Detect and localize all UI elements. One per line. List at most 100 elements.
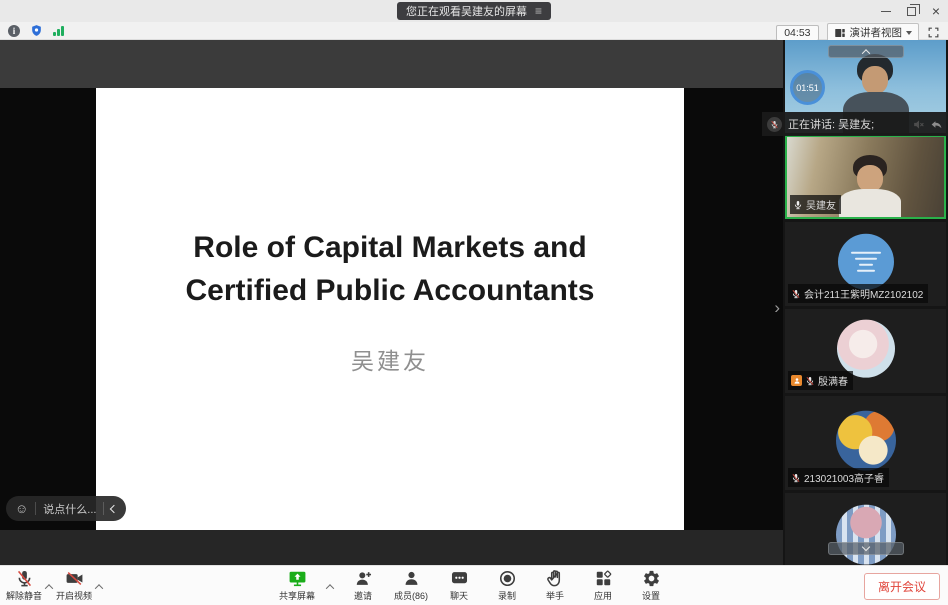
apps-button[interactable]: 应用 [583, 566, 623, 602]
banner-menu-icon[interactable]: ≡ [535, 4, 542, 18]
record-icon [498, 569, 517, 588]
restore-button[interactable] [907, 7, 916, 16]
avatar [837, 320, 895, 378]
status-icons: i [8, 24, 64, 37]
video-options-expander[interactable] [94, 577, 104, 595]
watching-banner[interactable]: 您正在观看吴建友的屏幕 ≡ [397, 2, 551, 20]
participant-name-tag: 213021003高子睿 [788, 468, 889, 487]
layout-icon [834, 27, 846, 39]
raise-hand-label: 举手 [546, 589, 564, 602]
share-screen-icon [288, 569, 307, 588]
shared-screen-stage: Role of Capital Markets and Certified Pu… [0, 40, 783, 565]
chevron-up-icon [861, 49, 869, 57]
video-figure [839, 189, 901, 219]
invite-button[interactable]: 邀请 [343, 566, 383, 602]
close-button[interactable]: × [932, 4, 940, 18]
chat-label: 聊天 [450, 589, 468, 602]
mic-on-icon [793, 200, 803, 210]
banner-icons [912, 118, 943, 131]
speaker-mic-avatar [767, 117, 782, 132]
video-figure [857, 165, 883, 192]
avatar [836, 411, 896, 471]
participant-name: 213021003高子睿 [804, 470, 884, 485]
quick-chat-bar[interactable]: ☺ 说点什么... [6, 496, 126, 521]
participant-name: 吴建友 [806, 197, 836, 212]
reply-arrow-icon[interactable] [930, 118, 943, 131]
members-button[interactable]: 成员(86) [391, 566, 431, 602]
minimize-button[interactable] [881, 11, 891, 12]
presentation-slide: Role of Capital Markets and Certified Pu… [96, 88, 684, 530]
network-signal-icon[interactable] [53, 25, 64, 36]
meeting-info-icon[interactable]: i [8, 25, 20, 37]
participant-tile[interactable]: 殷满春 [785, 309, 946, 393]
start-video-label: 开启视频 [56, 589, 92, 602]
now-speaking-text: 正在讲话: 吴建友; [788, 116, 874, 132]
divider [35, 502, 36, 515]
scroll-down-button[interactable] [828, 542, 904, 555]
share-screen-button[interactable]: 共享屏幕 [277, 566, 317, 602]
participant-name-tag: 吴建友 [790, 195, 841, 214]
avatar [838, 234, 894, 290]
emoji-icon[interactable]: ☺ [15, 501, 28, 516]
chat-button[interactable]: 聊天 [439, 566, 479, 602]
toolbar-center: 共享屏幕 邀请 成员(86) 聊天 录制 举手 [277, 566, 671, 602]
chat-placeholder[interactable]: 说点什么... [43, 501, 96, 517]
chat-icon [450, 569, 469, 588]
unmute-label: 解除静音 [6, 589, 42, 602]
meeting-status-bar: i 04:53 演讲者视图 [0, 22, 948, 40]
volume-muted-icon[interactable] [912, 118, 925, 131]
participant-name-tag: 殷满春 [788, 371, 853, 390]
security-shield-icon[interactable] [30, 24, 43, 37]
fullscreen-icon[interactable] [927, 26, 940, 39]
leave-meeting-button[interactable]: 离开会议 [864, 573, 940, 600]
host-badge-icon [791, 375, 802, 386]
settings-label: 设置 [642, 589, 660, 602]
audio-video-controls: 解除静音 开启视频 [4, 566, 104, 602]
mic-muted-icon [791, 473, 801, 483]
settings-gear-icon [642, 569, 661, 588]
now-speaking-banner: 正在讲话: 吴建友; [762, 112, 948, 136]
slide-author: 吴建友 [96, 342, 684, 376]
record-label: 录制 [498, 589, 516, 602]
members-label: 成员(86) [394, 589, 428, 602]
meeting-window: 您正在观看吴建友的屏幕 ≡ × i 04:53 演讲者视图 [0, 0, 948, 605]
slide-title-line1: Role of Capital Markets and [96, 226, 684, 269]
mic-muted-icon [805, 376, 815, 386]
apps-icon [594, 569, 613, 588]
scroll-up-button[interactable] [828, 45, 904, 58]
raise-hand-button[interactable]: 举手 [535, 566, 575, 602]
apps-label: 应用 [594, 589, 612, 602]
unmute-button[interactable]: 解除静音 [4, 566, 44, 602]
meeting-toolbar: 解除静音 开启视频 共享屏幕 邀请 成员(86) [0, 565, 948, 605]
collapse-chat-icon[interactable] [110, 504, 118, 512]
sidebar-collapse-chevron[interactable]: › [774, 298, 780, 318]
video-figure [862, 66, 888, 94]
settings-button[interactable]: 设置 [631, 566, 671, 602]
share-options-expander[interactable] [325, 577, 335, 595]
participant-tile-active[interactable]: 吴建友 [785, 135, 946, 219]
share-screen-label: 共享屏幕 [279, 589, 315, 602]
mic-muted-icon [791, 289, 801, 299]
raise-hand-icon [546, 569, 565, 588]
shared-screen-top-band [0, 40, 783, 88]
window-controls: × [881, 0, 940, 22]
invite-label: 邀请 [354, 589, 372, 602]
watching-banner-text: 您正在观看吴建友的屏幕 [406, 3, 527, 19]
record-button[interactable]: 录制 [487, 566, 527, 602]
mic-options-expander[interactable] [44, 577, 54, 595]
shared-screen-bottom-band [0, 530, 783, 565]
participant-tile[interactable]: 会计211王紫明MZ2102102 [785, 222, 946, 306]
participant-tile[interactable]: 213021003高子睿 [785, 396, 946, 490]
chevron-down-icon [861, 543, 869, 551]
slide-title: Role of Capital Markets and Certified Pu… [96, 226, 684, 312]
participant-name: 殷满春 [818, 373, 848, 388]
start-video-button[interactable]: 开启视频 [54, 566, 94, 602]
countdown-timer-badge: 01:51 [790, 70, 825, 105]
mic-muted-icon [770, 120, 779, 129]
camera-muted-icon [65, 569, 84, 588]
chevron-down-icon [906, 31, 912, 35]
participant-name: 会计211王紫明MZ2102102 [804, 286, 923, 301]
members-icon [402, 569, 421, 588]
view-mode-label: 演讲者视图 [850, 25, 903, 40]
divider [103, 502, 104, 515]
